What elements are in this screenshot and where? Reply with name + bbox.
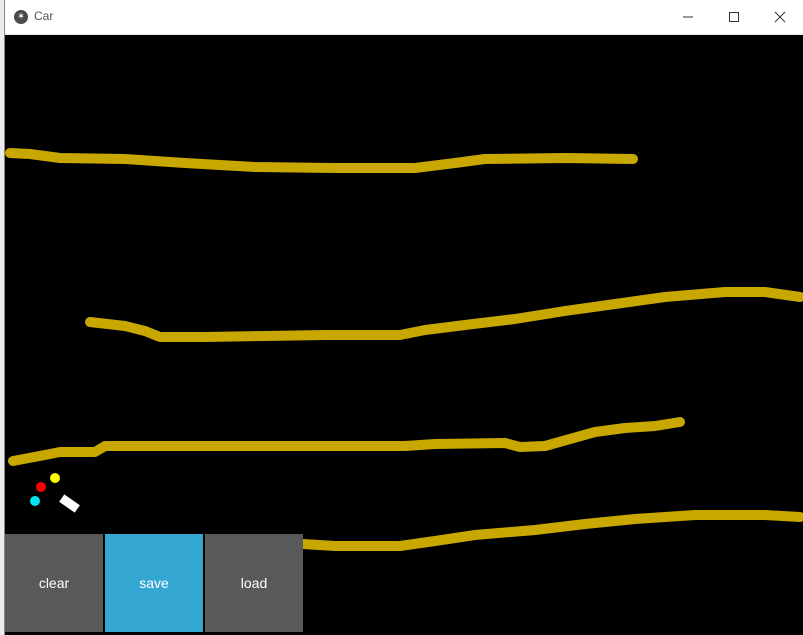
save-button[interactable]: save [105,534,203,632]
kivy-icon: ✶ [14,10,28,24]
clear-button[interactable]: clear [5,534,103,632]
close-button[interactable] [757,0,803,34]
load-button[interactable]: load [205,534,303,632]
maximize-icon [729,12,739,22]
load-button-label: load [240,575,268,591]
close-icon [774,11,786,23]
sensor-2 [36,482,46,492]
maximize-button[interactable] [711,0,757,34]
save-button-label: save [139,575,169,591]
title-bar[interactable]: ✶ Car [5,0,803,35]
window-title: Car [34,9,54,23]
clear-button-label: clear [38,575,70,591]
sensor-3 [50,473,60,483]
minimize-icon [683,16,693,18]
sensor-1 [30,496,40,506]
minimize-button[interactable] [665,0,711,34]
